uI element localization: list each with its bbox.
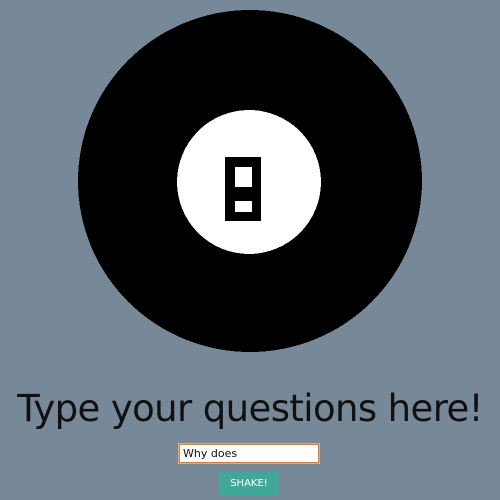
ball-number-8-icon <box>225 157 261 221</box>
magic-8-ball <box>78 10 422 352</box>
question-input[interactable] <box>178 443 320 464</box>
prompt-heading: Type your questions here! <box>17 387 483 430</box>
shake-button[interactable]: SHAKE! <box>219 471 279 496</box>
